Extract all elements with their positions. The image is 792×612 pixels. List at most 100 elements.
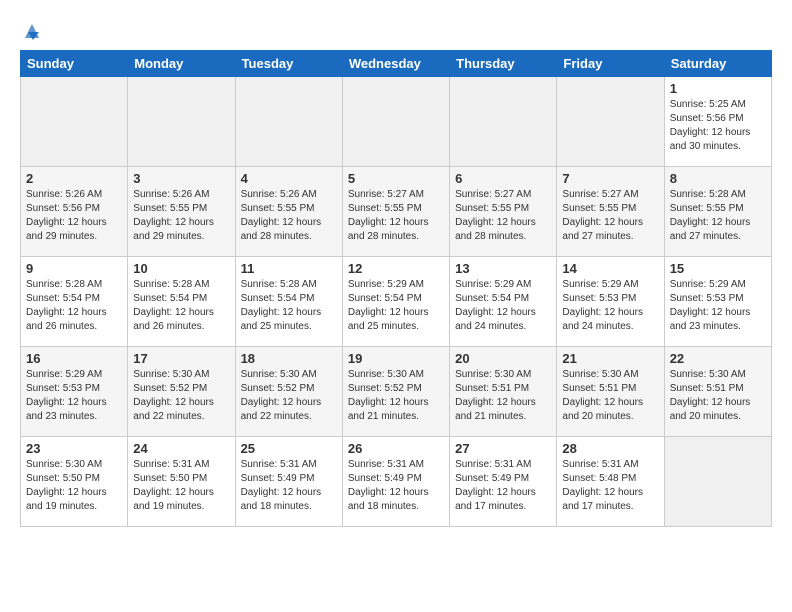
logo: [20, 20, 43, 40]
column-header-sunday: Sunday: [21, 51, 128, 77]
calendar-cell: [450, 77, 557, 167]
day-number: 10: [133, 261, 229, 276]
day-info: Sunrise: 5:29 AM Sunset: 5:53 PM Dayligh…: [26, 368, 122, 424]
calendar-cell: 20 Sunrise: 5:30 AM Sunset: 5:51 PM Dayli…: [450, 347, 557, 437]
calendar-cell: 26Sunrise: 5:31 AM Sunset: 5:49 PM Dayli…: [342, 437, 449, 527]
column-header-friday: Friday: [557, 51, 664, 77]
calendar-cell: 24 Sunrise: 5:31 AM Sunset: 5:50 PM Dayli…: [128, 437, 235, 527]
calendar-cell: 7 Sunrise: 5:27 AM Sunset: 5:55 PM Daylig…: [557, 167, 664, 257]
calendar-cell: 8 Sunrise: 5:28 AM Sunset: 5:55 PM Daylig…: [664, 167, 771, 257]
calendar-cell: 3 Sunrise: 5:26 AM Sunset: 5:55 PM Daylig…: [128, 167, 235, 257]
day-info: Sunrise: 5:31 AM Sunset: 5:49 PM Dayligh…: [241, 458, 337, 514]
day-info: Sunrise: 5:31 AM Sunset: 5:50 PM Dayligh…: [133, 458, 229, 514]
week-row-3: 9 Sunrise: 5:28 AM Sunset: 5:54 PM Daylig…: [21, 257, 772, 347]
calendar-cell: 5 Sunrise: 5:27 AM Sunset: 5:55 PM Daylig…: [342, 167, 449, 257]
day-number: 12: [348, 261, 444, 276]
day-number: 1: [670, 81, 766, 96]
day-info: Sunrise: 5:30 AM Sunset: 5:52 PM Dayligh…: [133, 368, 229, 424]
day-info: Sunrise: 5:30 AM Sunset: 5:51 PM Dayligh…: [670, 368, 766, 424]
day-number: 25: [241, 441, 337, 456]
calendar-cell: 19Sunrise: 5:30 AM Sunset: 5:52 PM Dayli…: [342, 347, 449, 437]
day-number: 18: [241, 351, 337, 366]
day-info: Sunrise: 5:30 AM Sunset: 5:50 PM Dayligh…: [26, 458, 122, 514]
calendar-cell: [128, 77, 235, 167]
day-info: Sunrise: 5:29 AM Sunset: 5:54 PM Dayligh…: [348, 278, 444, 334]
calendar-header-row: SundayMondayTuesdayWednesdayThursdayFrid…: [21, 51, 772, 77]
calendar-cell: 23 Sunrise: 5:30 AM Sunset: 5:50 PM Dayli…: [21, 437, 128, 527]
day-info: Sunrise: 5:30 AM Sunset: 5:52 PM Dayligh…: [241, 368, 337, 424]
calendar-cell: 13 Sunrise: 5:29 AM Sunset: 5:54 PM Dayli…: [450, 257, 557, 347]
day-number: 6: [455, 171, 551, 186]
day-info: Sunrise: 5:30 AM Sunset: 5:51 PM Dayligh…: [562, 368, 658, 424]
day-number: 20: [455, 351, 551, 366]
calendar-cell: 22 Sunrise: 5:30 AM Sunset: 5:51 PM Dayli…: [664, 347, 771, 437]
calendar-header: [20, 20, 772, 40]
day-info: Sunrise: 5:29 AM Sunset: 5:53 PM Dayligh…: [670, 278, 766, 334]
calendar-cell: [21, 77, 128, 167]
day-info: Sunrise: 5:28 AM Sunset: 5:54 PM Dayligh…: [133, 278, 229, 334]
day-number: 17: [133, 351, 229, 366]
day-info: Sunrise: 5:30 AM Sunset: 5:51 PM Dayligh…: [455, 368, 551, 424]
week-row-2: 2 Sunrise: 5:26 AM Sunset: 5:56 PM Daylig…: [21, 167, 772, 257]
day-number: 5: [348, 171, 444, 186]
logo-icon: [21, 20, 43, 42]
calendar-cell: [342, 77, 449, 167]
calendar-cell: [557, 77, 664, 167]
day-info: Sunrise: 5:31 AM Sunset: 5:48 PM Dayligh…: [562, 458, 658, 514]
calendar-cell: 27 Sunrise: 5:31 AM Sunset: 5:49 PM Dayli…: [450, 437, 557, 527]
week-row-4: 16 Sunrise: 5:29 AM Sunset: 5:53 PM Dayli…: [21, 347, 772, 437]
day-info: Sunrise: 5:27 AM Sunset: 5:55 PM Dayligh…: [348, 188, 444, 244]
calendar-cell: 28 Sunrise: 5:31 AM Sunset: 5:48 PM Dayli…: [557, 437, 664, 527]
day-info: Sunrise: 5:26 AM Sunset: 5:55 PM Dayligh…: [133, 188, 229, 244]
calendar-cell: 21 Sunrise: 5:30 AM Sunset: 5:51 PM Dayli…: [557, 347, 664, 437]
day-number: 9: [26, 261, 122, 276]
calendar-cell: 1Sunrise: 5:25 AM Sunset: 5:56 PM Daylig…: [664, 77, 771, 167]
day-number: 7: [562, 171, 658, 186]
day-number: 22: [670, 351, 766, 366]
day-number: 16: [26, 351, 122, 366]
column-header-saturday: Saturday: [664, 51, 771, 77]
calendar-cell: [235, 77, 342, 167]
calendar-cell: 17 Sunrise: 5:30 AM Sunset: 5:52 PM Dayli…: [128, 347, 235, 437]
day-info: Sunrise: 5:31 AM Sunset: 5:49 PM Dayligh…: [348, 458, 444, 514]
column-header-thursday: Thursday: [450, 51, 557, 77]
day-number: 23: [26, 441, 122, 456]
day-info: Sunrise: 5:28 AM Sunset: 5:55 PM Dayligh…: [670, 188, 766, 244]
day-info: Sunrise: 5:26 AM Sunset: 5:56 PM Dayligh…: [26, 188, 122, 244]
column-header-monday: Monday: [128, 51, 235, 77]
calendar-cell: [664, 437, 771, 527]
day-number: 24: [133, 441, 229, 456]
day-number: 8: [670, 171, 766, 186]
calendar-cell: 12 Sunrise: 5:29 AM Sunset: 5:54 PM Dayli…: [342, 257, 449, 347]
week-row-1: 1Sunrise: 5:25 AM Sunset: 5:56 PM Daylig…: [21, 77, 772, 167]
day-number: 2: [26, 171, 122, 186]
column-header-tuesday: Tuesday: [235, 51, 342, 77]
calendar-cell: 11Sunrise: 5:28 AM Sunset: 5:54 PM Dayli…: [235, 257, 342, 347]
calendar-cell: 9 Sunrise: 5:28 AM Sunset: 5:54 PM Daylig…: [21, 257, 128, 347]
calendar-table: SundayMondayTuesdayWednesdayThursdayFrid…: [20, 50, 772, 527]
day-number: 4: [241, 171, 337, 186]
day-info: Sunrise: 5:30 AM Sunset: 5:52 PM Dayligh…: [348, 368, 444, 424]
day-number: 15: [670, 261, 766, 276]
day-info: Sunrise: 5:28 AM Sunset: 5:54 PM Dayligh…: [26, 278, 122, 334]
column-header-wednesday: Wednesday: [342, 51, 449, 77]
calendar-cell: 15 Sunrise: 5:29 AM Sunset: 5:53 PM Dayli…: [664, 257, 771, 347]
day-number: 28: [562, 441, 658, 456]
calendar-cell: 2 Sunrise: 5:26 AM Sunset: 5:56 PM Daylig…: [21, 167, 128, 257]
day-info: Sunrise: 5:29 AM Sunset: 5:54 PM Dayligh…: [455, 278, 551, 334]
calendar-cell: 18 Sunrise: 5:30 AM Sunset: 5:52 PM Dayli…: [235, 347, 342, 437]
day-info: Sunrise: 5:28 AM Sunset: 5:54 PM Dayligh…: [241, 278, 337, 334]
calendar-cell: 10 Sunrise: 5:28 AM Sunset: 5:54 PM Dayli…: [128, 257, 235, 347]
day-number: 27: [455, 441, 551, 456]
calendar-cell: 16 Sunrise: 5:29 AM Sunset: 5:53 PM Dayli…: [21, 347, 128, 437]
day-number: 14: [562, 261, 658, 276]
day-info: Sunrise: 5:27 AM Sunset: 5:55 PM Dayligh…: [562, 188, 658, 244]
calendar-cell: 6 Sunrise: 5:27 AM Sunset: 5:55 PM Daylig…: [450, 167, 557, 257]
day-number: 3: [133, 171, 229, 186]
calendar-cell: 25 Sunrise: 5:31 AM Sunset: 5:49 PM Dayli…: [235, 437, 342, 527]
day-info: Sunrise: 5:31 AM Sunset: 5:49 PM Dayligh…: [455, 458, 551, 514]
day-info: Sunrise: 5:27 AM Sunset: 5:55 PM Dayligh…: [455, 188, 551, 244]
calendar-cell: 4Sunrise: 5:26 AM Sunset: 5:55 PM Daylig…: [235, 167, 342, 257]
day-number: 21: [562, 351, 658, 366]
day-number: 13: [455, 261, 551, 276]
